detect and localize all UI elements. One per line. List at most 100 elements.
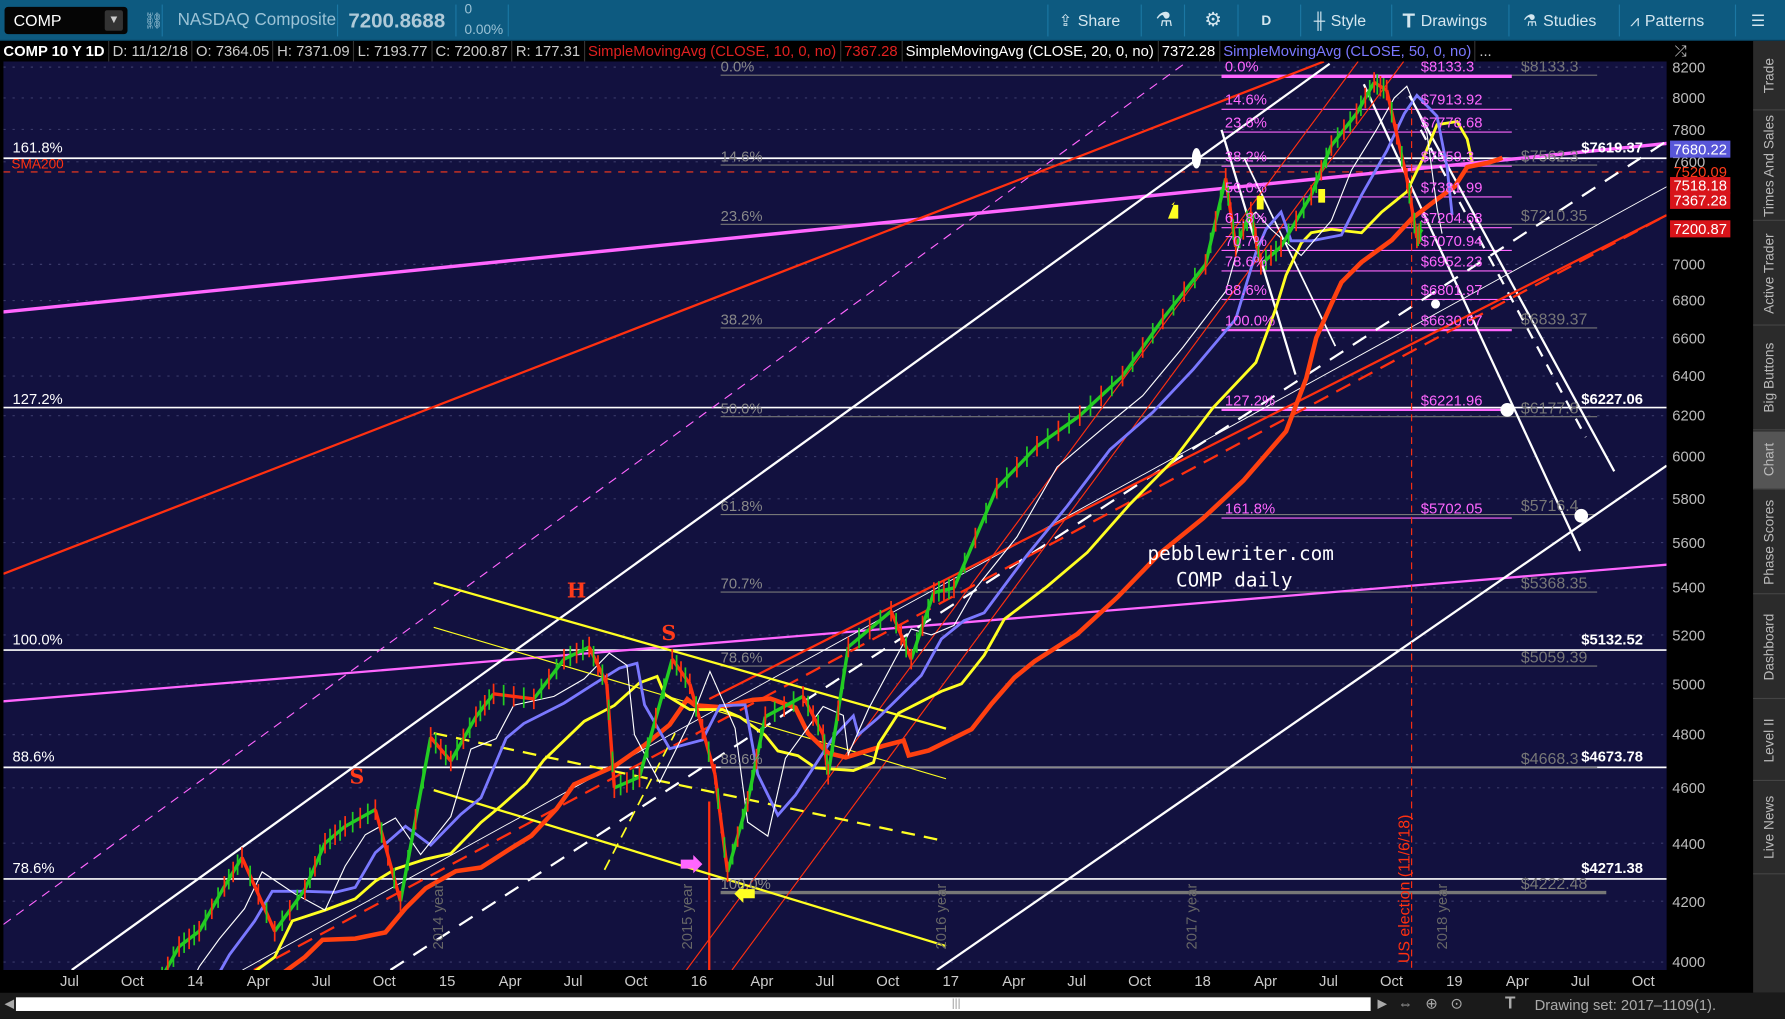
time-tick: Apr [246,972,270,990]
time-tick: 15 [438,972,456,990]
fib-value: $5132.52 [1581,630,1643,648]
bar-high: H: 7371.09 [274,40,355,62]
share-button[interactable]: ⇪ Share [1059,0,1121,40]
price-tick: 5600 [1672,534,1706,552]
horizontal-scrollbar[interactable]: ◀ ||| ▶ ⇔ ⊕ ⊙ T Drawing set: 2017–1109(1… [0,992,1785,1019]
text-t-icon: T [1402,8,1416,32]
style-button[interactable]: ╫ Style [1314,0,1366,40]
study-sma10-value: 7367.28 [841,40,903,62]
flask-button[interactable]: ⚗ [1155,0,1172,40]
crosshair-icon[interactable]: ⊕ [1425,995,1437,1013]
study-sma20-value: 7372.28 [1158,40,1220,62]
scroll-right-icon[interactable]: ▶ [1377,996,1387,1011]
fib-pink-label: 38.2% [1224,148,1267,166]
price-tick: 4800 [1672,726,1706,744]
sidebar-tab-label: Chart [1761,443,1778,477]
studies-button[interactable]: ⚗ Studies [1523,0,1596,40]
fib-gray-value: $5368.35 [1520,573,1588,593]
fib-gray-label: 100.0% [720,875,771,893]
sidebar-tab-active-trader[interactable]: Active Trader [1753,222,1785,326]
sidebar-tab-trade[interactable]: Trade [1753,41,1785,111]
sidebar-tab-live-news[interactable]: Live News [1753,782,1785,875]
sidebar-tab-phase-scores[interactable]: Phase Scores [1753,491,1785,595]
up-arrow-icon [1167,201,1179,219]
sidebar-tab-big-buttons[interactable]: Big Buttons [1753,327,1785,431]
link-icon[interactable]: ⛓ [143,0,163,41]
time-tick: Jul [59,972,79,990]
fib-gray-label: 14.6% [720,148,763,166]
year-label: 2015 year [678,883,696,950]
price-tick: 5400 [1672,579,1706,597]
pan-icon[interactable]: ⇔ [1398,995,1413,1012]
chart-title: COMP 10 Y 1D [0,40,110,62]
price-tick: 8200 [1672,58,1706,76]
chevron-down-icon[interactable]: ▼ [104,10,123,31]
sidebar-tab-chart[interactable]: Chart [1753,431,1785,490]
fib-gray-label: 78.6% [720,648,763,667]
price-tick: 4600 [1672,779,1706,797]
share-label: Share [1077,10,1121,30]
study-more[interactable]: ... [1476,41,1495,61]
year-label: 2017 year [1182,883,1200,950]
scroll-track[interactable] [15,997,1371,1011]
scroll-left-icon[interactable]: ◀ [5,996,15,1011]
time-tick: Oct [120,972,144,990]
study-sma10-label[interactable]: SimpleMovingAvg (CLOSE, 10, 0, no) [585,40,841,62]
text-t-icon[interactable]: T [1505,994,1515,1013]
time-tick: 16 [690,972,708,990]
study-sma50-label[interactable]: SimpleMovingAvg (CLOSE, 50, 0, no) [1220,40,1476,62]
sidebar-tab-label: Trade [1761,57,1778,93]
price-axis[interactable]: 8200 8000 7800 7600 7000 6800 6600 6400 6200 6000… [1667,58,1754,971]
symbol-selector[interactable]: COMP ▼ [4,6,128,35]
sidebar-tab-label: Active Trader [1761,232,1778,314]
sidebar-tab-times-and-sales[interactable]: Times And Sales [1753,112,1785,221]
sidebar-tab-dashboard[interactable]: Dashboard [1753,595,1785,700]
price-tick: 7800 [1672,120,1706,139]
fib-gray-value: $4222.48 [1520,874,1588,893]
time-axis[interactable]: Jul Oct 14 Apr Jul Oct 15 Apr Jul Oct 16 Apr Jul Oct 1… [3,970,1667,992]
price-tick: 5000 [1672,675,1706,693]
settings-button[interactable]: ⚙ [1204,0,1221,40]
fib-label: 127.2% [12,390,63,408]
time-tick: Jul [815,972,835,990]
drawing-set-label[interactable]: Drawing set: 2017–1109(1). [1535,996,1717,1013]
price-label: 7518.18 [1670,176,1731,194]
price-chart[interactable]: SMA200 161.8% 127.2% 100.0% 88.6% 78.6% … [3,61,1667,971]
pink-trendlines [3,61,1667,925]
fib-gray-value: $6177.8 [1520,398,1579,417]
fib-gray-value: $5716.4 [1520,496,1579,515]
aggregation-label: D [1261,11,1272,28]
patterns-button[interactable]: ⩘ Patterns [1630,0,1704,40]
flask-icon: ⚗ [1155,8,1173,31]
price-tick: 4000 [1672,953,1706,971]
annotation-head: H [566,579,587,604]
fib-label: 161.8% [12,138,63,156]
sidebar-tab-level-ii[interactable]: Level II [1753,700,1785,782]
fib-label: 100.0% [12,630,63,648]
fib-pink-label: 0.0% [1224,61,1259,76]
menu-button[interactable]: ☰ [1751,0,1765,40]
fib-pink-value: $8133.3 [1420,61,1475,76]
symbol-value: COMP [13,11,62,30]
election-label: US election (11/6/18) [1394,814,1413,964]
fib-pink-value: $7070.94 [1420,232,1483,250]
fib-gray-value: $5059.39 [1520,647,1588,667]
share-icon: ⇪ [1058,10,1073,30]
scroll-grip-icon[interactable]: ||| [952,997,961,1010]
chart-info-bar: COMP 10 Y 1D D: 11/12/18 O: 7364.05 H: 7… [0,40,1754,62]
fib-pink-label: 14.6% [1224,91,1267,109]
price-label: 7680.22 [1670,140,1731,158]
fib-pink-value: $7559.3 [1420,148,1475,166]
time-tick: Oct [1128,972,1152,990]
gear-icon: ⚙ [1204,8,1222,31]
sidebar-tab-label: Live News [1761,796,1778,860]
fib-pink-label: 78.6% [1224,252,1267,270]
top-toolbar: COMP ▼ ⛓ NASDAQ Composite 7200.8688 0 0.0… [0,0,1785,41]
aggregation-button[interactable]: D [1261,0,1271,40]
price-tick: 6200 [1672,407,1706,425]
drawings-button[interactable]: T Drawings [1403,0,1488,40]
study-sma20-label[interactable]: SimpleMovingAvg (CLOSE, 20, 0, no) [902,40,1159,62]
fib-pink-value: $7381.99 [1420,178,1483,196]
zoom-icon[interactable]: ⊙ [1450,995,1462,1013]
time-tick: 14 [187,972,204,990]
